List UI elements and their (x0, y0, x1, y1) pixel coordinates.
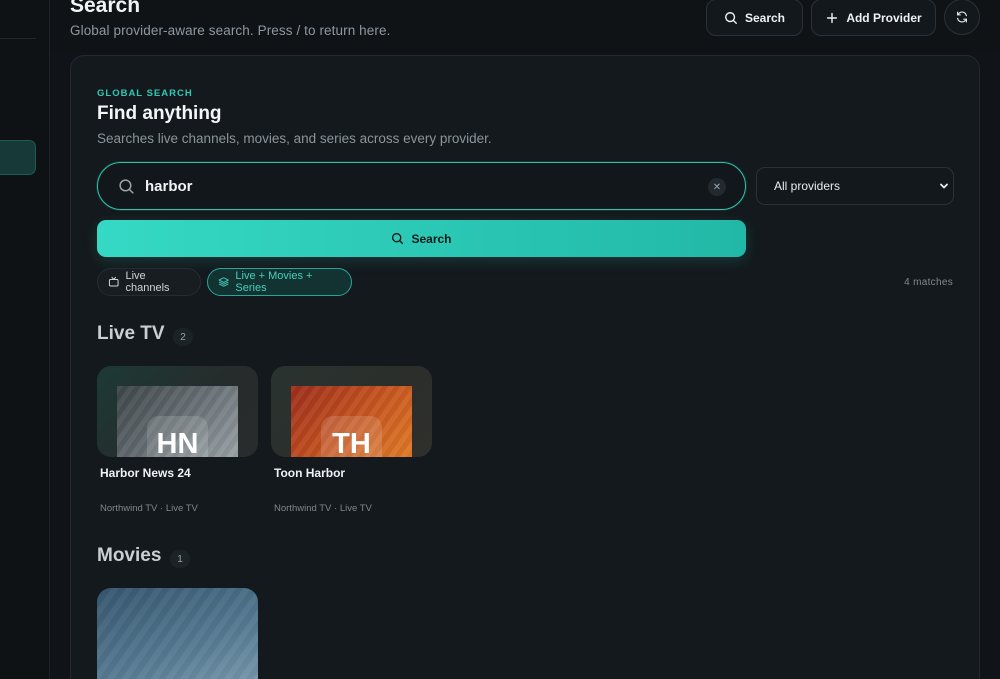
panel-eyebrow: GLOBAL SEARCH (97, 88, 193, 99)
search-icon (119, 179, 134, 194)
section-title-live-tv: Live TV (97, 323, 165, 344)
search-button-label: Search (411, 231, 452, 246)
channel-name: Harbor News 24 (100, 466, 191, 480)
filter-chip-live-channels[interactable]: Live channels (97, 268, 201, 296)
chip-label: Live channels (125, 270, 170, 294)
match-count: 4 matches (904, 277, 953, 288)
layers-icon (218, 277, 229, 287)
header-search-label: Search (744, 10, 786, 25)
channel-initials: HN (147, 416, 208, 457)
section-count-badge: 2 (173, 328, 193, 346)
channel-card[interactable]: HN Harbor News 24 Northwind TV · Live TV (97, 366, 258, 514)
movie-card[interactable] (97, 588, 258, 679)
channel-initials: TH (321, 416, 382, 457)
refresh-button[interactable] (944, 0, 980, 35)
channel-meta: Northwind TV · Live TV (100, 503, 198, 514)
search-panel: GLOBAL SEARCH Find anything Searches liv… (70, 55, 980, 679)
close-icon[interactable]: ✕ (708, 178, 726, 196)
tv-icon (108, 276, 119, 287)
add-provider-label: Add Provider (846, 10, 922, 25)
panel-subtitle: Searches live channels, movies, and seri… (97, 131, 492, 146)
section-count-badge: 1 (170, 550, 190, 568)
chevron-down-icon (940, 183, 948, 189)
page-title: Search (70, 0, 141, 17)
channel-name: Toon Harbor (274, 466, 346, 480)
refresh-icon (957, 11, 967, 23)
plus-icon (827, 12, 838, 23)
provider-select[interactable]: All providers (756, 167, 954, 205)
channel-thumbnail: TH (271, 366, 432, 457)
page-subtitle: Global provider-aware search. Press / to… (70, 23, 391, 38)
search-input-value[interactable]: harbor (145, 178, 193, 195)
section-title-movies: Movies (97, 545, 162, 566)
provider-select-value: All providers (774, 179, 841, 193)
sidebar-item-search[interactable] (0, 140, 36, 175)
sidebar (0, 0, 50, 679)
channel-card[interactable]: TH Toon Harbor Northwind TV · Live TV (271, 366, 432, 514)
search-icon (725, 11, 737, 24)
page-header: Search Global provider-aware search. Pre… (51, 0, 1000, 52)
filter-chip-all-types[interactable]: Live + Movies + Series (207, 268, 352, 296)
search-input[interactable]: harbor ✕ (97, 162, 746, 210)
channel-thumbnail: HN (97, 366, 258, 457)
header-search-button[interactable]: Search (706, 0, 803, 36)
chip-label: Live + Movies + Series (235, 270, 313, 294)
sidebar-divider (0, 38, 36, 39)
panel-title: Find anything (97, 103, 222, 124)
search-button[interactable]: Search (97, 220, 746, 257)
channel-meta: Northwind TV · Live TV (274, 503, 372, 514)
search-icon (392, 232, 404, 245)
add-provider-button[interactable]: Add Provider (811, 0, 936, 36)
